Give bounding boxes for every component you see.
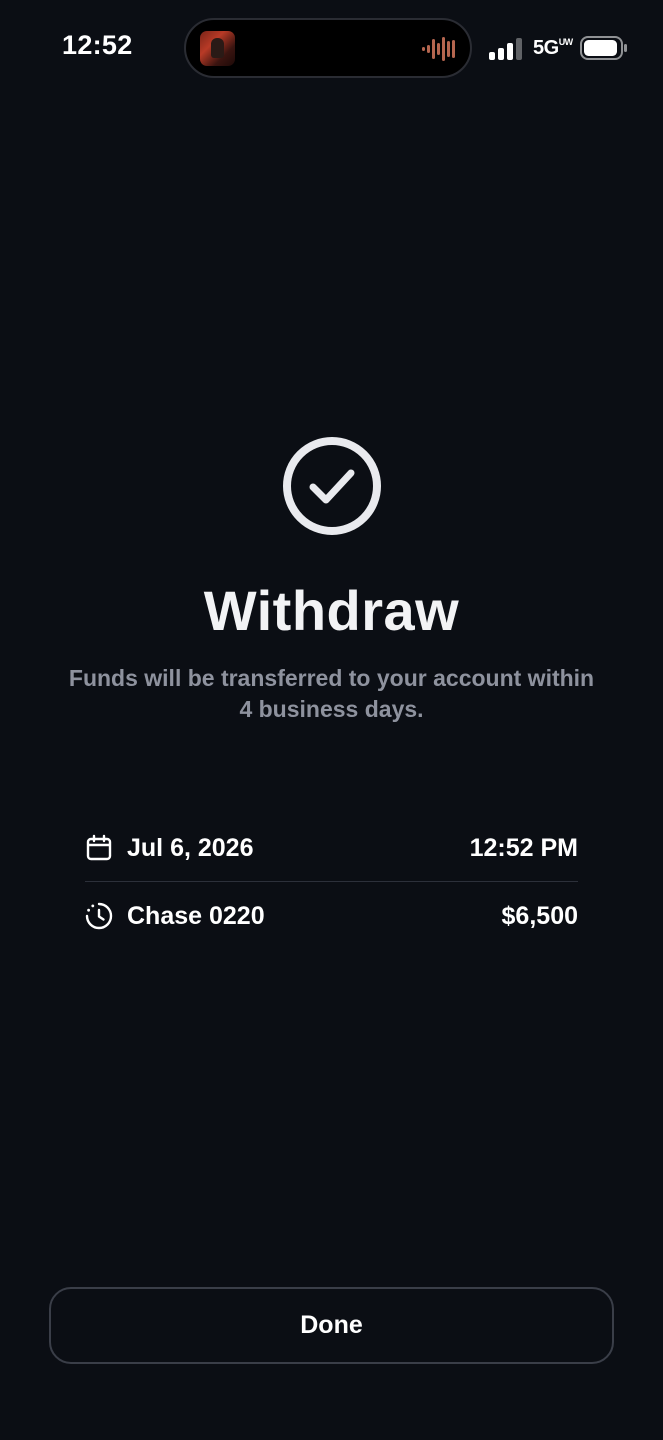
page-title: Withdraw [203,579,460,642]
detail-row-date: Jul 6, 2026 12:52 PM [85,828,578,868]
withdraw-success-screen: 12:52 5GUW Withdraw Funds will be transf… [0,0,663,1440]
calendar-icon [86,834,112,861]
done-button-label: Done [300,1311,363,1339]
network-indicator: 5GUW [533,37,573,60]
network-type: 5G [533,37,559,59]
transaction-time: 12:52 PM [469,833,578,862]
done-button[interactable]: Done [49,1287,614,1364]
battery-icon [580,36,627,60]
confirmation-message: Funds will be transferred to your accoun… [68,665,595,722]
network-badge: UW [558,37,574,47]
detail-divider [85,881,578,882]
check-circle-icon [283,437,381,535]
dynamic-island[interactable] [184,18,472,78]
clock-dashed-icon [85,902,113,930]
detail-row-date-left: Jul 6, 2026 [85,834,253,863]
transaction-date: Jul 6, 2026 [127,833,254,862]
detail-row-account-left: Chase 0220 [85,902,265,931]
withdraw-amount: $6,500 [501,901,578,930]
audio-waveform-icon [422,37,455,61]
detail-row-account: Chase 0220 $6,500 [85,896,578,936]
status-time: 12:52 [62,30,133,60]
signal-bars-icon [489,38,522,60]
destination-account: Chase 0220 [127,901,265,930]
album-art-icon [200,31,235,66]
